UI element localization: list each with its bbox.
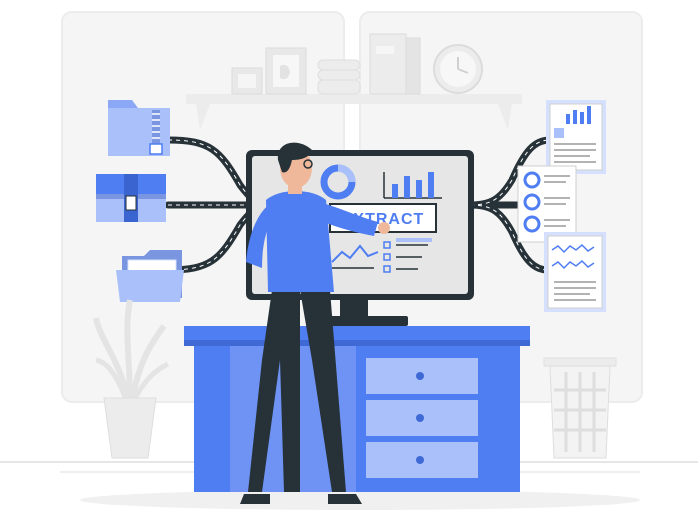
binder-icon bbox=[369, 33, 421, 95]
bar-chart-document-icon bbox=[546, 100, 606, 174]
wastebasket-icon bbox=[543, 357, 617, 459]
desk-drawer bbox=[366, 400, 478, 436]
desk bbox=[184, 326, 530, 492]
zip-folder-icon bbox=[108, 100, 170, 156]
desk-drawer bbox=[366, 442, 478, 478]
wave-chart-document-icon bbox=[544, 232, 606, 312]
floor-shadow bbox=[80, 490, 640, 510]
clock-icon bbox=[433, 44, 483, 94]
desk-drawer bbox=[366, 358, 478, 394]
book-stack-icon bbox=[317, 59, 361, 95]
archive-box-icon bbox=[96, 174, 166, 222]
open-folder-icon bbox=[116, 250, 184, 302]
list-document-icon bbox=[517, 165, 577, 243]
data-extraction-illustration: EXTRACT bbox=[0, 11, 698, 510]
